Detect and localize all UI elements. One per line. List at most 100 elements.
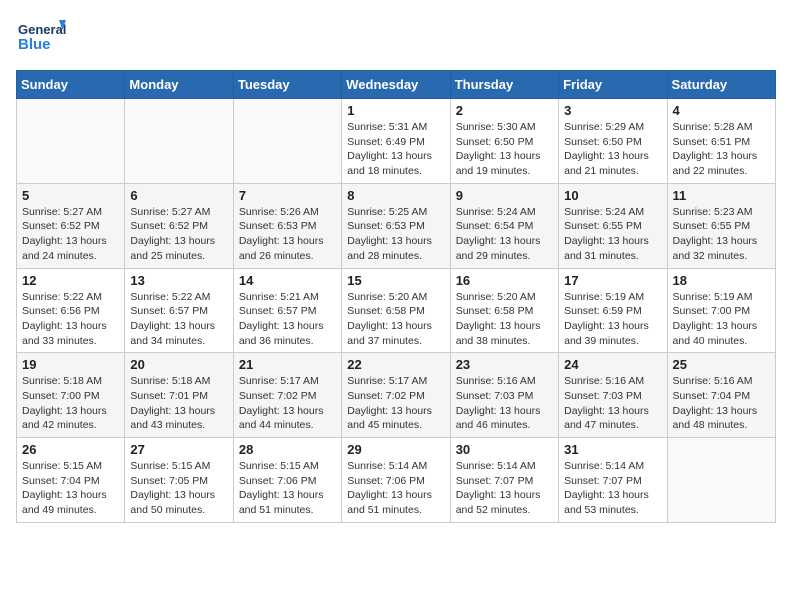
calendar-week-row: 12 Sunrise: 5:22 AMSunset: 6:56 PMDayligh… — [17, 268, 776, 353]
calendar-cell: 28Sunrise: 5:15 AMSunset: 7:06 PMDayligh… — [233, 438, 341, 523]
day-info: Sunrise: 5:15 AMSunset: 7:04 PMDaylight:… — [22, 459, 119, 518]
day-info: Sunrise: 5:26 AMSunset: 6:53 PMDaylight:… — [239, 205, 336, 264]
weekday-header-wednesday: Wednesday — [342, 71, 450, 99]
calendar-week-row: 1 Sunrise: 5:31 AMSunset: 6:49 PMDaylight… — [17, 99, 776, 184]
calendar-cell: 27Sunrise: 5:15 AMSunset: 7:05 PMDayligh… — [125, 438, 233, 523]
calendar-cell: 5 Sunrise: 5:27 AMSunset: 6:52 PMDaylight… — [17, 183, 125, 268]
calendar-cell: 30 Sunrise: 5:14 AMSunset: 7:07 PMDayligh… — [450, 438, 558, 523]
calendar-cell — [667, 438, 775, 523]
day-number: 21 — [239, 357, 336, 372]
day-info: Sunrise: 5:24 AMSunset: 6:55 PMDaylight:… — [564, 205, 661, 264]
day-number: 10 — [564, 188, 661, 203]
calendar-cell — [233, 99, 341, 184]
calendar-cell: 26 Sunrise: 5:15 AMSunset: 7:04 PMDayligh… — [17, 438, 125, 523]
day-info: Sunrise: 5:15 AMSunset: 7:06 PMDaylight:… — [239, 459, 336, 518]
calendar-cell: 29 Sunrise: 5:14 AMSunset: 7:06 PMDayligh… — [342, 438, 450, 523]
calendar-cell: 3 Sunrise: 5:29 AMSunset: 6:50 PMDaylight… — [559, 99, 667, 184]
calendar-cell: 4 Sunrise: 5:28 AMSunset: 6:51 PMDaylight… — [667, 99, 775, 184]
day-number: 12 — [22, 273, 119, 288]
calendar-header-row: SundayMondayTuesdayWednesdayThursdayFrid… — [17, 71, 776, 99]
day-number: 2 — [456, 103, 553, 118]
day-info: Sunrise: 5:14 AMSunset: 7:07 PMDaylight:… — [456, 459, 553, 518]
logo-svg: General Blue — [16, 16, 66, 60]
day-number: 20 — [130, 357, 227, 372]
day-number: 29 — [347, 442, 444, 457]
calendar-cell: 14Sunrise: 5:21 AMSunset: 6:57 PMDayligh… — [233, 268, 341, 353]
calendar-cell: 11Sunrise: 5:23 AMSunset: 6:55 PMDayligh… — [667, 183, 775, 268]
calendar-cell: 31 Sunrise: 5:14 AMSunset: 7:07 PMDayligh… — [559, 438, 667, 523]
calendar-cell: 17 Sunrise: 5:19 AMSunset: 6:59 PMDayligh… — [559, 268, 667, 353]
calendar-cell: 13Sunrise: 5:22 AMSunset: 6:57 PMDayligh… — [125, 268, 233, 353]
day-info: Sunrise: 5:31 AMSunset: 6:49 PMDaylight:… — [347, 120, 444, 179]
day-info: Sunrise: 5:22 AMSunset: 6:56 PMDaylight:… — [22, 290, 119, 349]
day-number: 16 — [456, 273, 553, 288]
day-number: 1 — [347, 103, 444, 118]
day-info: Sunrise: 5:14 AMSunset: 7:06 PMDaylight:… — [347, 459, 444, 518]
day-number: 19 — [22, 357, 119, 372]
day-number: 7 — [239, 188, 336, 203]
day-number: 30 — [456, 442, 553, 457]
day-info: Sunrise: 5:16 AMSunset: 7:03 PMDaylight:… — [564, 374, 661, 433]
day-info: Sunrise: 5:19 AMSunset: 6:59 PMDaylight:… — [564, 290, 661, 349]
day-info: Sunrise: 5:29 AMSunset: 6:50 PMDaylight:… — [564, 120, 661, 179]
day-number: 26 — [22, 442, 119, 457]
calendar-cell: 22 Sunrise: 5:17 AMSunset: 7:02 PMDayligh… — [342, 353, 450, 438]
calendar-cell: 9 Sunrise: 5:24 AMSunset: 6:54 PMDaylight… — [450, 183, 558, 268]
svg-text:Blue: Blue — [18, 36, 51, 53]
day-number: 11 — [673, 188, 770, 203]
day-info: Sunrise: 5:18 AMSunset: 7:00 PMDaylight:… — [22, 374, 119, 433]
weekday-header-saturday: Saturday — [667, 71, 775, 99]
day-number: 23 — [456, 357, 553, 372]
calendar-cell: 10 Sunrise: 5:24 AMSunset: 6:55 PMDayligh… — [559, 183, 667, 268]
day-info: Sunrise: 5:25 AMSunset: 6:53 PMDaylight:… — [347, 205, 444, 264]
day-info: Sunrise: 5:20 AMSunset: 6:58 PMDaylight:… — [456, 290, 553, 349]
day-info: Sunrise: 5:17 AMSunset: 7:02 PMDaylight:… — [239, 374, 336, 433]
day-number: 8 — [347, 188, 444, 203]
day-number: 5 — [22, 188, 119, 203]
day-number: 4 — [673, 103, 770, 118]
calendar-cell: 12 Sunrise: 5:22 AMSunset: 6:56 PMDayligh… — [17, 268, 125, 353]
day-number: 18 — [673, 273, 770, 288]
day-number: 15 — [347, 273, 444, 288]
weekday-header-thursday: Thursday — [450, 71, 558, 99]
day-number: 17 — [564, 273, 661, 288]
svg-text:General: General — [18, 22, 66, 37]
calendar-week-row: 5 Sunrise: 5:27 AMSunset: 6:52 PMDaylight… — [17, 183, 776, 268]
calendar-cell: 23 Sunrise: 5:16 AMSunset: 7:03 PMDayligh… — [450, 353, 558, 438]
day-number: 27 — [130, 442, 227, 457]
day-info: Sunrise: 5:24 AMSunset: 6:54 PMDaylight:… — [456, 205, 553, 264]
day-number: 25 — [673, 357, 770, 372]
day-number: 3 — [564, 103, 661, 118]
calendar-cell: 20 Sunrise: 5:18 AMSunset: 7:01 PMDayligh… — [125, 353, 233, 438]
calendar-cell: 16 Sunrise: 5:20 AMSunset: 6:58 PMDayligh… — [450, 268, 558, 353]
calendar-week-row: 19 Sunrise: 5:18 AMSunset: 7:00 PMDayligh… — [17, 353, 776, 438]
day-info: Sunrise: 5:18 AMSunset: 7:01 PMDaylight:… — [130, 374, 227, 433]
day-info: Sunrise: 5:20 AMSunset: 6:58 PMDaylight:… — [347, 290, 444, 349]
day-info: Sunrise: 5:27 AMSunset: 6:52 PMDaylight:… — [22, 205, 119, 264]
day-info: Sunrise: 5:28 AMSunset: 6:51 PMDaylight:… — [673, 120, 770, 179]
day-info: Sunrise: 5:27 AMSunset: 6:52 PMDaylight:… — [130, 205, 227, 264]
day-number: 9 — [456, 188, 553, 203]
calendar-cell: 1 Sunrise: 5:31 AMSunset: 6:49 PMDaylight… — [342, 99, 450, 184]
weekday-header-monday: Monday — [125, 71, 233, 99]
calendar-cell: 25 Sunrise: 5:16 AMSunset: 7:04 PMDayligh… — [667, 353, 775, 438]
calendar-cell: 6Sunrise: 5:27 AMSunset: 6:52 PMDaylight… — [125, 183, 233, 268]
day-info: Sunrise: 5:17 AMSunset: 7:02 PMDaylight:… — [347, 374, 444, 433]
calendar-cell: 21 Sunrise: 5:17 AMSunset: 7:02 PMDayligh… — [233, 353, 341, 438]
page-header: General Blue — [16, 16, 776, 60]
day-info: Sunrise: 5:16 AMSunset: 7:04 PMDaylight:… — [673, 374, 770, 433]
weekday-header-tuesday: Tuesday — [233, 71, 341, 99]
day-number: 24 — [564, 357, 661, 372]
calendar-cell — [125, 99, 233, 184]
day-number: 22 — [347, 357, 444, 372]
calendar-week-row: 26 Sunrise: 5:15 AMSunset: 7:04 PMDayligh… — [17, 438, 776, 523]
calendar-cell: 18Sunrise: 5:19 AMSunset: 7:00 PMDayligh… — [667, 268, 775, 353]
day-number: 31 — [564, 442, 661, 457]
calendar-cell: 24 Sunrise: 5:16 AMSunset: 7:03 PMDayligh… — [559, 353, 667, 438]
weekday-header-sunday: Sunday — [17, 71, 125, 99]
day-info: Sunrise: 5:16 AMSunset: 7:03 PMDaylight:… — [456, 374, 553, 433]
calendar-cell — [17, 99, 125, 184]
day-info: Sunrise: 5:30 AMSunset: 6:50 PMDaylight:… — [456, 120, 553, 179]
day-info: Sunrise: 5:14 AMSunset: 7:07 PMDaylight:… — [564, 459, 661, 518]
logo: General Blue — [16, 16, 66, 60]
